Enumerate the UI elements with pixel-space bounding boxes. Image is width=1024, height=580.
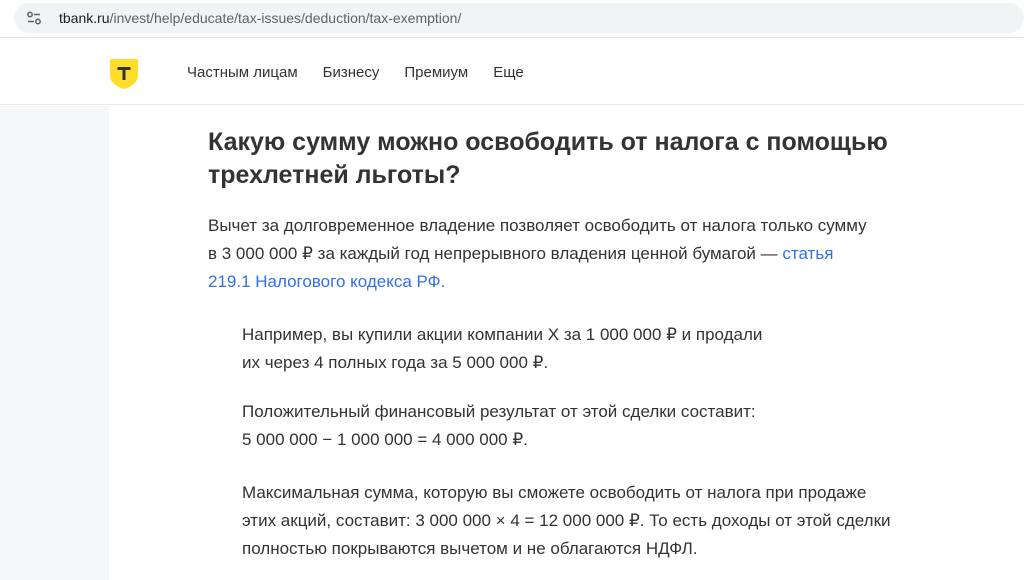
example2-line-1: Положительный финансовый результат от эт…	[242, 402, 756, 421]
example-paragraph-1: Например, вы купили акции компании X за …	[242, 321, 982, 377]
nav-item-more[interactable]: Еще	[493, 64, 524, 81]
example3-line-1: Максимальная сумма, которую вы сможете о…	[242, 483, 867, 502]
example-paragraph-3: Максимальная сумма, которую вы сможете о…	[242, 479, 982, 563]
site-info-icon[interactable]	[26, 10, 42, 26]
tax-code-link-part-1[interactable]: статья	[782, 244, 833, 263]
omnibox[interactable]: tbank.ru/invest/help/educate/tax-issues/…	[14, 3, 1024, 33]
lead-line-1: Вычет за долговременное владение позволя…	[208, 216, 867, 235]
example1-line-2: их через 4 полных года за 5 000 000 ₽.	[242, 353, 549, 372]
nav-item-individuals[interactable]: Частным лицам	[187, 64, 298, 81]
example3-line-2: этих акций, составит: 3 000 000 × 4 = 12…	[242, 511, 891, 530]
main-nav: Частным лицам Бизнесу Премиум Еще	[187, 64, 549, 81]
heading-line-1: Какую сумму можно освободить от налога с…	[208, 128, 888, 156]
lead-line-2: в 3 000 000 ₽ за каждый год непрерывного…	[208, 244, 783, 263]
tax-code-link-part-2[interactable]: 219.1 Налогового кодекса РФ.	[208, 272, 445, 291]
url-text[interactable]: tbank.ru/invest/help/educate/tax-issues/…	[59, 10, 461, 26]
browser-address-bar: tbank.ru/invest/help/educate/tax-issues/…	[0, 0, 1024, 38]
heading-line-2: трехлетней льготы?	[208, 161, 461, 189]
url-path: /invest/help/educate/tax-issues/deductio…	[109, 10, 462, 26]
lead-paragraph: Вычет за долговременное владение позволя…	[208, 212, 948, 296]
example1-line-1: Например, вы купили акции компании X за …	[242, 325, 763, 344]
url-host: tbank.ru	[59, 10, 110, 26]
section-heading: Какую сумму можно освободить от налога с…	[208, 126, 968, 192]
example-paragraph-2: Положительный финансовый результат от эт…	[242, 398, 982, 454]
nav-item-business[interactable]: Бизнесу	[323, 64, 380, 81]
example3-line-3: полностью покрываются вычетом и не облаг…	[242, 539, 698, 558]
nav-item-premium[interactable]: Премиум	[404, 64, 468, 81]
left-rail	[0, 106, 109, 580]
tbank-logo[interactable]	[109, 58, 139, 90]
site-header: Частным лицам Бизнесу Премиум Еще	[0, 39, 1024, 105]
example2-line-2: 5 000 000 − 1 000 000 = 4 000 000 ₽.	[242, 430, 528, 449]
